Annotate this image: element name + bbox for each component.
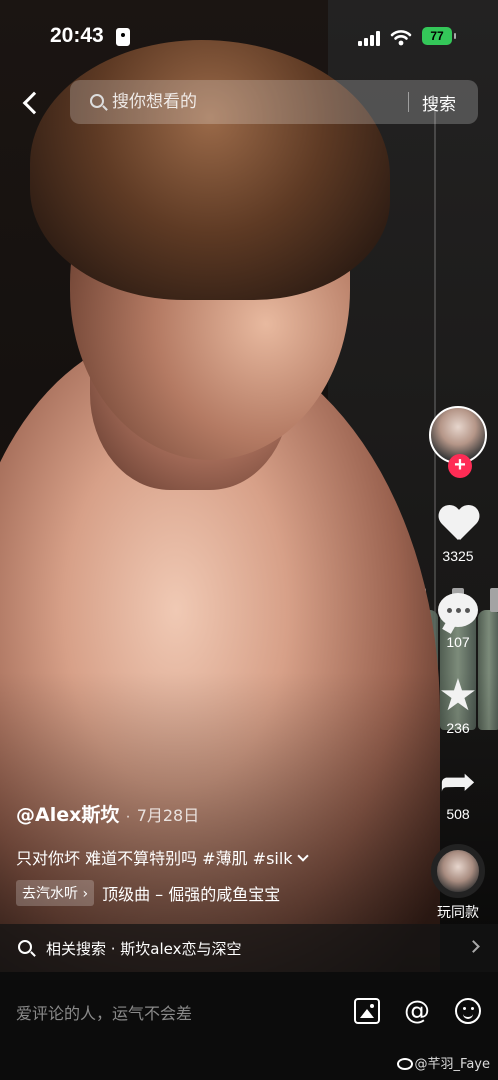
- same-style-label: 玩同款: [437, 905, 479, 921]
- wifi-icon: [390, 30, 412, 46]
- share-button[interactable]: ➦ 508: [436, 762, 480, 822]
- favorite-count: 236: [446, 720, 470, 736]
- at-icon[interactable]: @: [404, 998, 430, 1024]
- watermark: @芊羽_Faye: [396, 1053, 490, 1072]
- share-count: 508: [446, 806, 470, 822]
- action-rail: + 3325 107 ★ 236 ➦ 508 玩同款: [426, 406, 490, 922]
- weibo-icon: [396, 1058, 413, 1070]
- emoji-icon[interactable]: [455, 998, 481, 1024]
- music-disc-icon: [431, 844, 485, 898]
- search-icon: [18, 940, 32, 954]
- author-name[interactable]: @Alex斯坎: [16, 800, 119, 827]
- back-chevron-icon[interactable]: [16, 86, 46, 120]
- caption-text: 只对你坏 难道不算特别吗 #薄肌 #silk: [16, 849, 293, 868]
- battery-level: 77: [422, 27, 456, 45]
- like-button[interactable]: 3325: [436, 504, 480, 564]
- music-title: 顶级曲 – 倔强的咸鱼宝宝: [102, 885, 281, 904]
- status-time: 20:43: [50, 24, 104, 47]
- search-input[interactable]: [112, 90, 392, 114]
- chevron-right-icon: [467, 940, 480, 953]
- music-app-tag[interactable]: 去汽水听: [16, 880, 95, 906]
- separator-dot: ·: [125, 808, 131, 825]
- comment-button[interactable]: 107: [436, 590, 480, 650]
- cellular-signal-icon: [358, 30, 380, 46]
- search-bar[interactable]: 搜索: [70, 80, 478, 124]
- author-avatar[interactable]: +: [429, 406, 487, 478]
- related-search-bar[interactable]: 相关搜索 · 斯坎alex恋与深空: [0, 924, 498, 972]
- star-icon: ★: [438, 670, 478, 721]
- favorite-button[interactable]: ★ 236: [436, 670, 480, 737]
- follow-plus-icon[interactable]: +: [448, 454, 472, 478]
- post-date: 7月28日: [136, 806, 200, 825]
- search-divider: [408, 92, 409, 112]
- related-search-text: 相关搜索 · 斯坎alex恋与深空: [46, 940, 242, 958]
- image-icon[interactable]: [354, 998, 380, 1024]
- status-bar: 20:43 77: [0, 0, 498, 74]
- music-line[interactable]: 去汽水听 顶级曲 – 倔强的咸鱼宝宝: [16, 880, 312, 906]
- comment-input[interactable]: [16, 1000, 316, 1026]
- share-arrow-icon: ➦: [439, 759, 477, 805]
- contact-card-icon: [116, 28, 130, 46]
- like-count: 3325: [442, 548, 474, 564]
- search-icon: [90, 94, 104, 108]
- video-caption[interactable]: 只对你坏 难道不算特别吗 #薄肌 #silk: [16, 845, 309, 869]
- watermark-text: @芊羽_Faye: [414, 1057, 490, 1072]
- heart-icon: [438, 506, 478, 542]
- comment-count: 107: [446, 634, 470, 650]
- comment-bar: @ @芊羽_Faye: [0, 972, 498, 1080]
- search-button[interactable]: 搜索: [422, 90, 456, 115]
- author-line: @Alex斯坎 · 7月28日: [16, 800, 199, 827]
- same-style-button[interactable]: 玩同款: [431, 826, 485, 922]
- comment-bubble-icon: [438, 593, 478, 627]
- expand-chevron-icon[interactable]: [296, 850, 309, 862]
